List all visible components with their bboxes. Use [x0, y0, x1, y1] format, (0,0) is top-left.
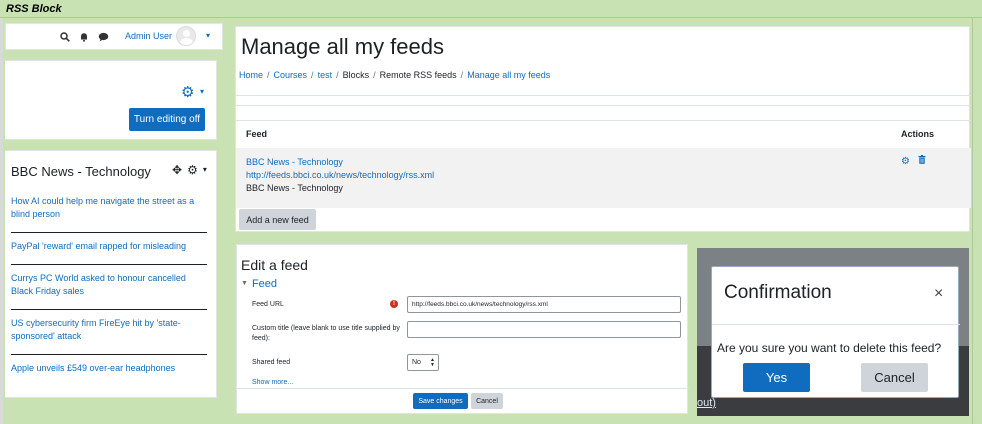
save-changes-button[interactable]: Save changes: [413, 393, 468, 409]
edit-gear-icon[interactable]: ⚙: [901, 156, 910, 167]
required-icon: !: [390, 300, 398, 308]
turn-editing-off-button[interactable]: Turn editing off: [129, 108, 205, 131]
search-icon[interactable]: [60, 31, 70, 45]
divider: [237, 388, 689, 389]
edit-feed-form: Edit a feed ▼ Feed Feed URL ! http://feed…: [236, 244, 689, 414]
breadcrumb-courses[interactable]: Courses: [274, 70, 308, 80]
breadcrumb-separator: /: [460, 70, 464, 80]
yes-button[interactable]: Yes: [743, 363, 810, 392]
table-top-border: [236, 120, 971, 121]
breadcrumb-separator: /: [267, 70, 270, 80]
user-menu-caret[interactable]: ▾: [206, 31, 210, 40]
background-link-fragment: out): [697, 397, 716, 409]
column-header-feed: Feed: [246, 129, 268, 139]
rss-item-list: How AI could help me navigate the street…: [11, 195, 207, 377]
divider: [11, 354, 207, 355]
top-navbar: Admin User ▾: [5, 23, 223, 50]
breadcrumb-home[interactable]: Home: [239, 70, 263, 80]
form-title: Edit a feed: [241, 257, 308, 273]
feed-description: BBC News - Technology: [246, 183, 343, 193]
confirmation-dialog: Confirmation × Are you sure you want to …: [711, 266, 960, 398]
avatar[interactable]: [176, 26, 196, 46]
chevron-down-icon: ▼: [241, 280, 248, 287]
breadcrumb-manage-feeds[interactable]: Manage all my feeds: [467, 70, 550, 80]
list-item[interactable]: US cybersecurity firm FireEye hit by 'st…: [11, 317, 207, 345]
feed-url-label: Feed URL: [252, 301, 284, 308]
edit-mode-block: ⚙ ▾ Turn editing off: [5, 60, 217, 140]
select-arrows-icon: ▲ ▼: [430, 357, 435, 368]
manage-feeds-panel: Manage all my feeds Home / Courses / test / Bl…: [235, 26, 971, 232]
custom-title-field[interactable]: [407, 321, 681, 338]
feed-title-link[interactable]: BBC News - Technology: [246, 157, 343, 167]
cancel-button[interactable]: Cancel: [861, 363, 928, 392]
right-edge-strip: [972, 18, 982, 424]
list-item[interactable]: PayPal 'reward' email rapped for mislead…: [11, 240, 207, 255]
shared-feed-value: No: [412, 359, 421, 366]
add-feed-button[interactable]: Add a new feed: [239, 209, 316, 230]
divider: [11, 309, 207, 310]
custom-title-label: Custom title (leave blank to use title s…: [252, 325, 400, 342]
fieldset-legend[interactable]: ▼ Feed: [241, 278, 277, 290]
trash-icon[interactable]: [918, 155, 926, 167]
fieldset-legend-label: Feed: [251, 278, 278, 290]
divider: [11, 264, 207, 265]
cancel-button[interactable]: Cancel: [471, 393, 503, 409]
bell-icon[interactable]: [79, 31, 89, 45]
column-header-actions: Actions: [901, 129, 935, 139]
feed-url-field[interactable]: http://feeds.bbci.co.uk/news/technology/…: [407, 296, 681, 313]
chevron-down-icon[interactable]: ▾: [203, 163, 207, 177]
chevron-down-icon[interactable]: ▾: [200, 87, 204, 96]
breadcrumb-separator: /: [311, 70, 314, 80]
gear-icon[interactable]: ⚙: [187, 163, 198, 177]
left-edge-strip: [0, 18, 3, 424]
dialog-message: Are you sure you want to delete this fee…: [717, 341, 942, 355]
dialog-title: Confirmation: [724, 282, 832, 303]
breadcrumb-test[interactable]: test: [318, 70, 333, 80]
breadcrumb-separator: /: [373, 70, 376, 80]
breadcrumb: Home / Courses / test / Blocks / Remote RSS feed…: [239, 70, 550, 80]
page-title: Manage all my feeds: [241, 34, 444, 59]
chat-icon[interactable]: [98, 31, 109, 45]
rss-block-title: BBC News - Technology: [11, 164, 151, 179]
list-item[interactable]: Apple unveils £549 over-ear headphones: [11, 362, 207, 377]
sheet-title: RSS Block: [0, 0, 982, 18]
shared-feed-label: Shared feed: [252, 359, 291, 366]
feed-url-link[interactable]: http://feeds.bbci.co.uk/news/technology/…: [246, 170, 434, 180]
show-more-link[interactable]: Show more...: [252, 379, 293, 386]
close-icon[interactable]: ×: [934, 285, 943, 303]
shared-feed-select[interactable]: No ▲ ▼: [407, 354, 439, 371]
breadcrumb-remote-rss: Remote RSS feeds: [379, 70, 457, 80]
move-icon[interactable]: ✥: [172, 163, 182, 177]
breadcrumb-blocks: Blocks: [342, 70, 370, 80]
user-name[interactable]: Admin User: [125, 31, 172, 41]
list-item[interactable]: Currys PC World asked to honour cancelle…: [11, 272, 207, 300]
divider: [236, 105, 971, 106]
divider: [11, 232, 207, 233]
divider: [712, 324, 960, 325]
rss-block: BBC News - Technology ✥ ⚙ ▾ How AI could…: [5, 150, 217, 398]
gear-icon[interactable]: ⚙: [181, 83, 194, 101]
breadcrumb-separator: /: [336, 70, 339, 80]
divider: [236, 95, 971, 96]
list-item[interactable]: How AI could help me navigate the street…: [11, 195, 207, 223]
